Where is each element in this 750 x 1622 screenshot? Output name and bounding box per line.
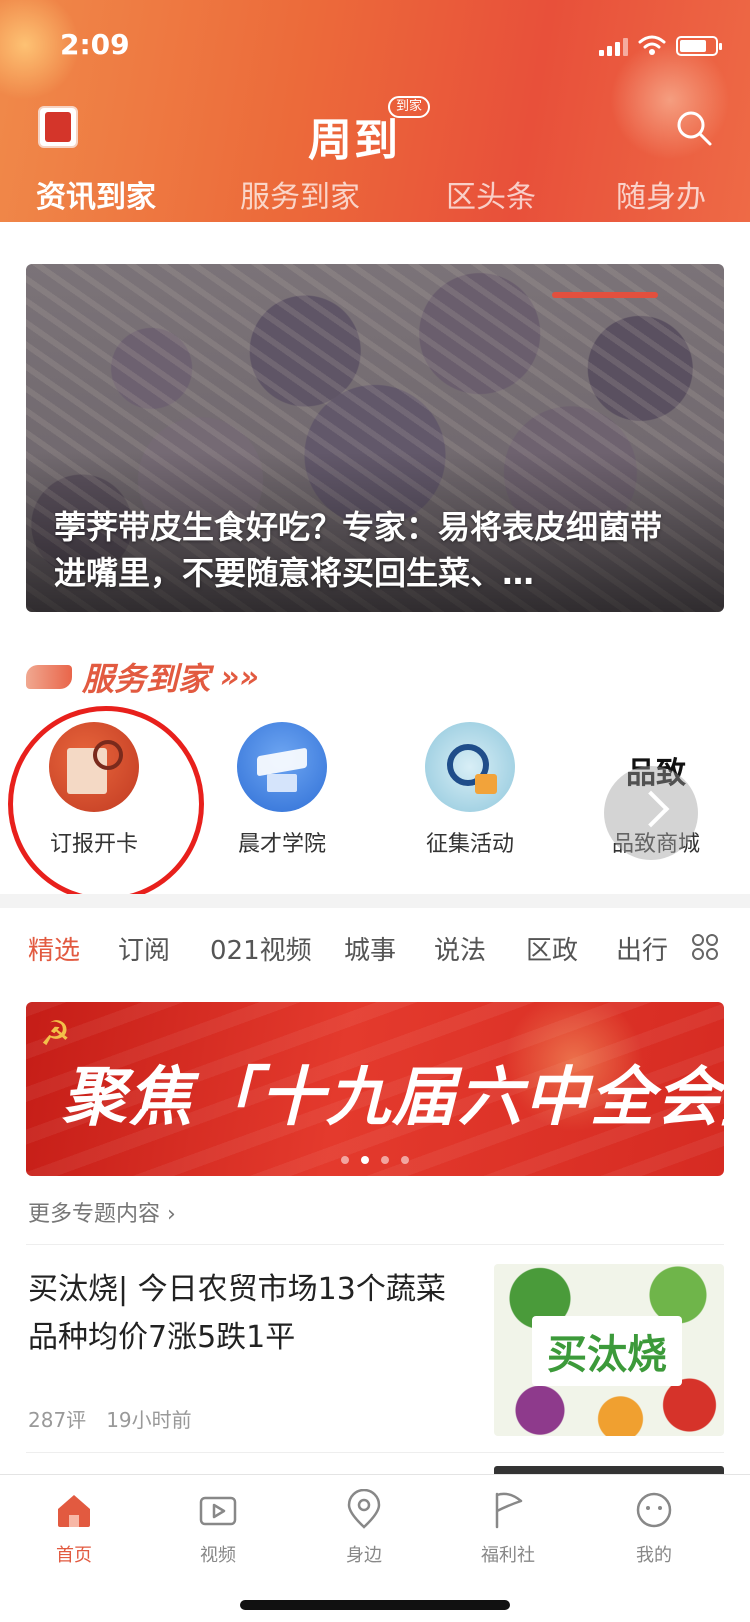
carousel-dots xyxy=(26,1156,724,1164)
app-logo-badge: 到家 xyxy=(388,96,431,118)
status-icons xyxy=(599,34,722,56)
service-item-label: 征集活动 xyxy=(425,832,514,857)
search-icon[interactable] xyxy=(674,108,714,148)
service-item-collect-activity[interactable]: 征集活动 xyxy=(390,722,550,858)
service-item-label: 晨才学院 xyxy=(237,832,326,857)
carousel-indicator xyxy=(552,292,658,298)
topic-banner-text: 聚焦「十九届六中全会」 xyxy=(62,1061,724,1135)
nav-profile[interactable]: 我的 xyxy=(604,1489,704,1567)
hero-banner[interactable]: 荸荠带皮生食好吃？专家：易将表皮细菌带进嘴里，不要随意将买回生菜、… xyxy=(26,264,724,612)
tab-service-home[interactable]: 服务到家 xyxy=(240,172,360,216)
signal-icon xyxy=(599,36,628,56)
channel-tab-video-021[interactable]: 021视频 xyxy=(210,930,312,967)
service-section-title: 服务到家 xyxy=(82,660,211,698)
hand-icon xyxy=(26,665,72,689)
service-item-college[interactable]: 晨才学院 xyxy=(202,722,362,858)
tab-news-home[interactable]: 资讯到家 xyxy=(36,172,156,216)
news-comment-count: 287评 xyxy=(28,1408,87,1432)
app-header: 2:09 周到 到家 资讯到家 服务到家 区头条 随身办 xyxy=(0,0,750,222)
channel-grid-icon[interactable] xyxy=(690,932,720,962)
flag-icon xyxy=(495,1492,523,1529)
hero-title: 荸荠带皮生食好吃？专家：易将表皮细菌带进嘴里，不要随意将买回生菜、… xyxy=(54,508,663,592)
nav-welfare[interactable]: 福利社 xyxy=(458,1489,558,1567)
more-topics-link[interactable]: 更多专题内容 › xyxy=(28,1196,176,1228)
profile-face-icon xyxy=(636,1492,672,1528)
news-item-meta: 287评 19小时前 xyxy=(28,1404,192,1433)
highlight-circle-annotation xyxy=(8,706,204,902)
magnifier-collect-icon xyxy=(425,722,515,812)
battery-icon xyxy=(676,36,722,56)
double-chevron-icon: »» xyxy=(220,659,260,695)
wifi-icon xyxy=(638,35,666,55)
channel-tab-district-gov[interactable]: 区政 xyxy=(526,930,578,967)
topic-banner[interactable]: ☭ 聚焦「十九届六中全会」 xyxy=(26,1002,724,1176)
video-icon xyxy=(199,1496,237,1526)
divider xyxy=(26,1244,724,1245)
app-logo: 周到 xyxy=(308,115,400,166)
nav-home[interactable]: 首页 xyxy=(24,1489,124,1567)
news-item-title[interactable]: 买汰烧| 今日农贸市场13个蔬菜品种均价7涨5跌1平 xyxy=(28,1266,448,1362)
channel-tab-travel[interactable]: 出行 xyxy=(616,930,668,967)
location-pin-icon xyxy=(347,1489,381,1529)
home-indicator xyxy=(240,1600,510,1610)
nav-video[interactable]: 视频 xyxy=(168,1489,268,1567)
tab-district-headlines[interactable]: 区头条 xyxy=(446,172,536,216)
nav-nearby[interactable]: 身边 xyxy=(314,1489,414,1567)
status-time: 2:09 xyxy=(60,28,130,61)
channel-tabs: 精选 订阅 021视频 城事 说法 区政 出行 xyxy=(0,920,750,976)
channel-tab-featured[interactable]: 精选 xyxy=(28,930,80,967)
news-item-thumbnail[interactable]: 买汰烧 xyxy=(494,1264,724,1436)
app-badge-icon[interactable] xyxy=(38,106,78,148)
service-scroll-next-button[interactable] xyxy=(604,766,698,860)
divider xyxy=(26,1452,724,1453)
channel-tab-subscribe[interactable]: 订阅 xyxy=(118,930,170,967)
service-section-header[interactable]: 服务到家 »» xyxy=(26,654,259,700)
top-tabs: 资讯到家 服务到家 区头条 随身办 xyxy=(0,172,750,222)
graduation-cap-icon xyxy=(237,722,327,812)
home-icon xyxy=(58,1495,90,1527)
channel-tab-city[interactable]: 城事 xyxy=(344,930,396,967)
tab-portable-services[interactable]: 随身办 xyxy=(616,172,706,216)
news-timestamp: 19小时前 xyxy=(106,1408,192,1432)
channel-tab-law[interactable]: 说法 xyxy=(434,930,486,967)
thumbnail-label: 买汰烧 xyxy=(532,1316,682,1386)
section-divider xyxy=(0,894,750,908)
